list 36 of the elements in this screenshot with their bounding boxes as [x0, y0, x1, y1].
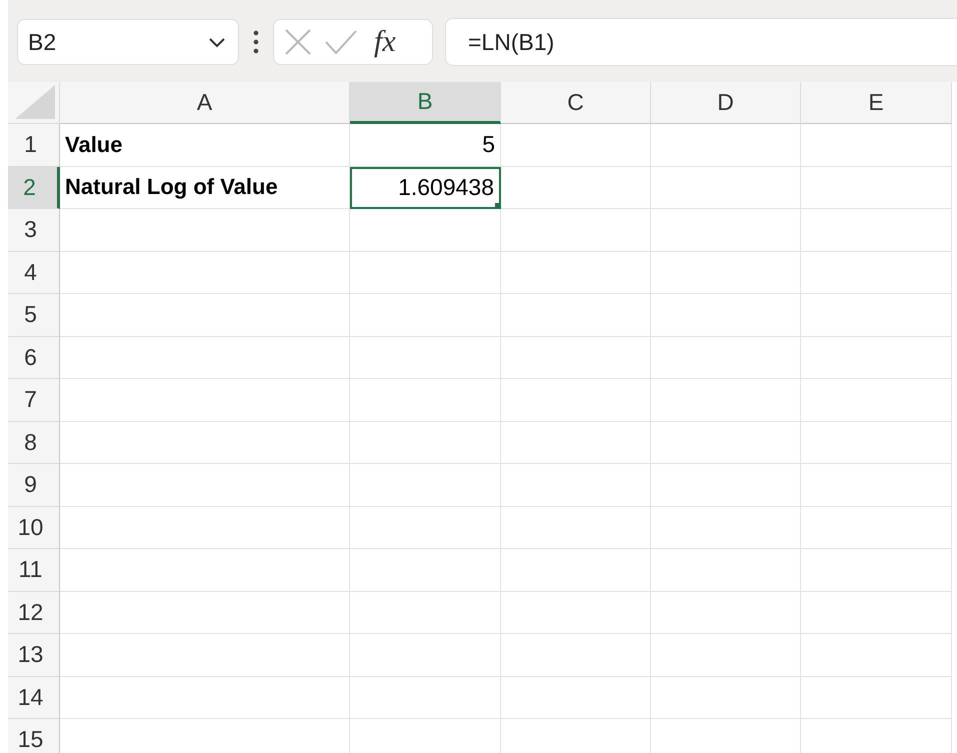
more-options-icon[interactable]: [253, 30, 259, 54]
triangle-icon: [15, 85, 55, 119]
row-header[interactable]: 6: [8, 336, 60, 379]
row-header[interactable]: 1: [8, 124, 60, 166]
select-all-corner[interactable]: [8, 82, 60, 124]
fill-handle[interactable]: [495, 203, 501, 209]
column-header[interactable]: A: [60, 82, 350, 124]
column-header[interactable]: E: [801, 82, 952, 124]
row-header[interactable]: 3: [8, 209, 60, 252]
row-header[interactable]: 15: [8, 719, 60, 753]
table-cell: 5: [350, 124, 501, 166]
table-cell: Value: [60, 124, 350, 166]
name-box[interactable]: B2: [17, 19, 239, 65]
chevron-down-icon[interactable]: [208, 37, 226, 49]
formula-text: =LN(B1): [468, 28, 554, 56]
row-header[interactable]: 4: [8, 252, 60, 294]
row-header[interactable]: 11: [8, 549, 60, 592]
column-header[interactable]: C: [501, 82, 651, 124]
row-header[interactable]: 5: [8, 294, 60, 336]
row-header[interactable]: 12: [8, 592, 60, 634]
row-header[interactable]: 10: [8, 506, 60, 549]
row-header[interactable]: 9: [8, 464, 60, 506]
column-header[interactable]: B: [350, 82, 501, 124]
row-header[interactable]: 8: [8, 422, 60, 464]
check-icon[interactable]: [324, 29, 358, 55]
insert-function-button[interactable]: fx: [374, 25, 396, 59]
name-box-value: B2: [28, 28, 56, 56]
table-cell: Natural Log of Value: [60, 166, 350, 209]
cancel-icon[interactable]: [284, 28, 312, 56]
column-header[interactable]: D: [651, 82, 801, 124]
row-header[interactable]: 14: [8, 676, 60, 719]
formula-field[interactable]: =LN(B1): [445, 18, 957, 66]
row-header[interactable]: 13: [8, 634, 60, 676]
row-header[interactable]: 7: [8, 379, 60, 422]
table-cell: 1.609438: [350, 166, 501, 209]
row-header[interactable]: 2: [8, 166, 60, 209]
